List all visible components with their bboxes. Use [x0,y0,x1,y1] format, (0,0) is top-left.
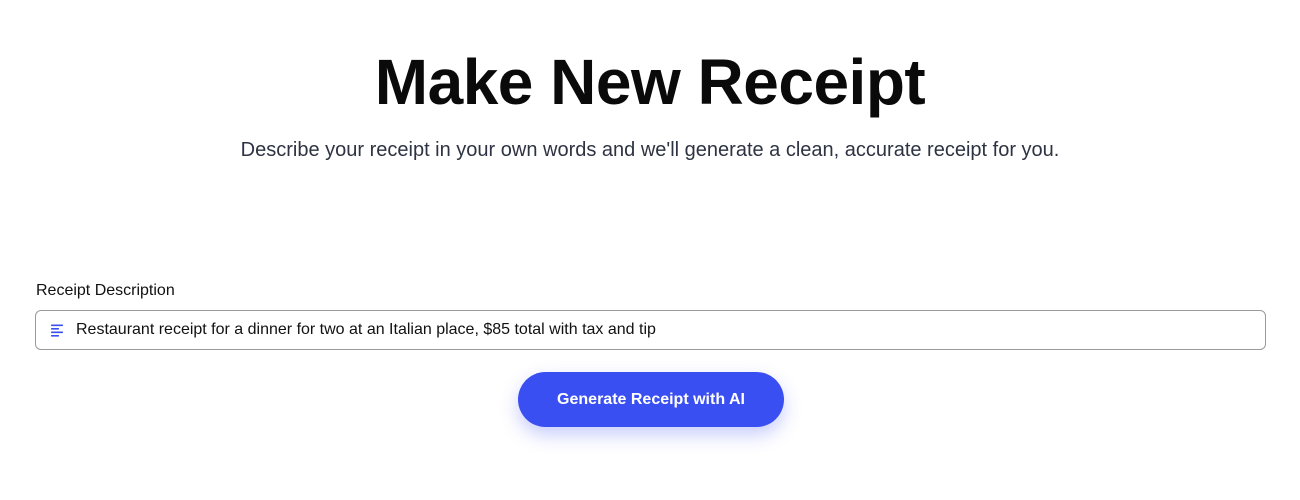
page-subtitle: Describe your receipt in your own words … [240,139,1060,161]
receipt-description-label: Receipt Description [36,282,175,299]
receipt-description-input[interactable] [76,321,1226,339]
page-title: Make New Receipt [374,46,926,118]
text-align-left-icon [50,323,64,337]
page: Make New Receipt Describe your receipt i… [0,0,1300,500]
receipt-description-field[interactable] [35,310,1266,350]
generate-receipt-button[interactable]: Generate Receipt with AI [518,372,784,427]
